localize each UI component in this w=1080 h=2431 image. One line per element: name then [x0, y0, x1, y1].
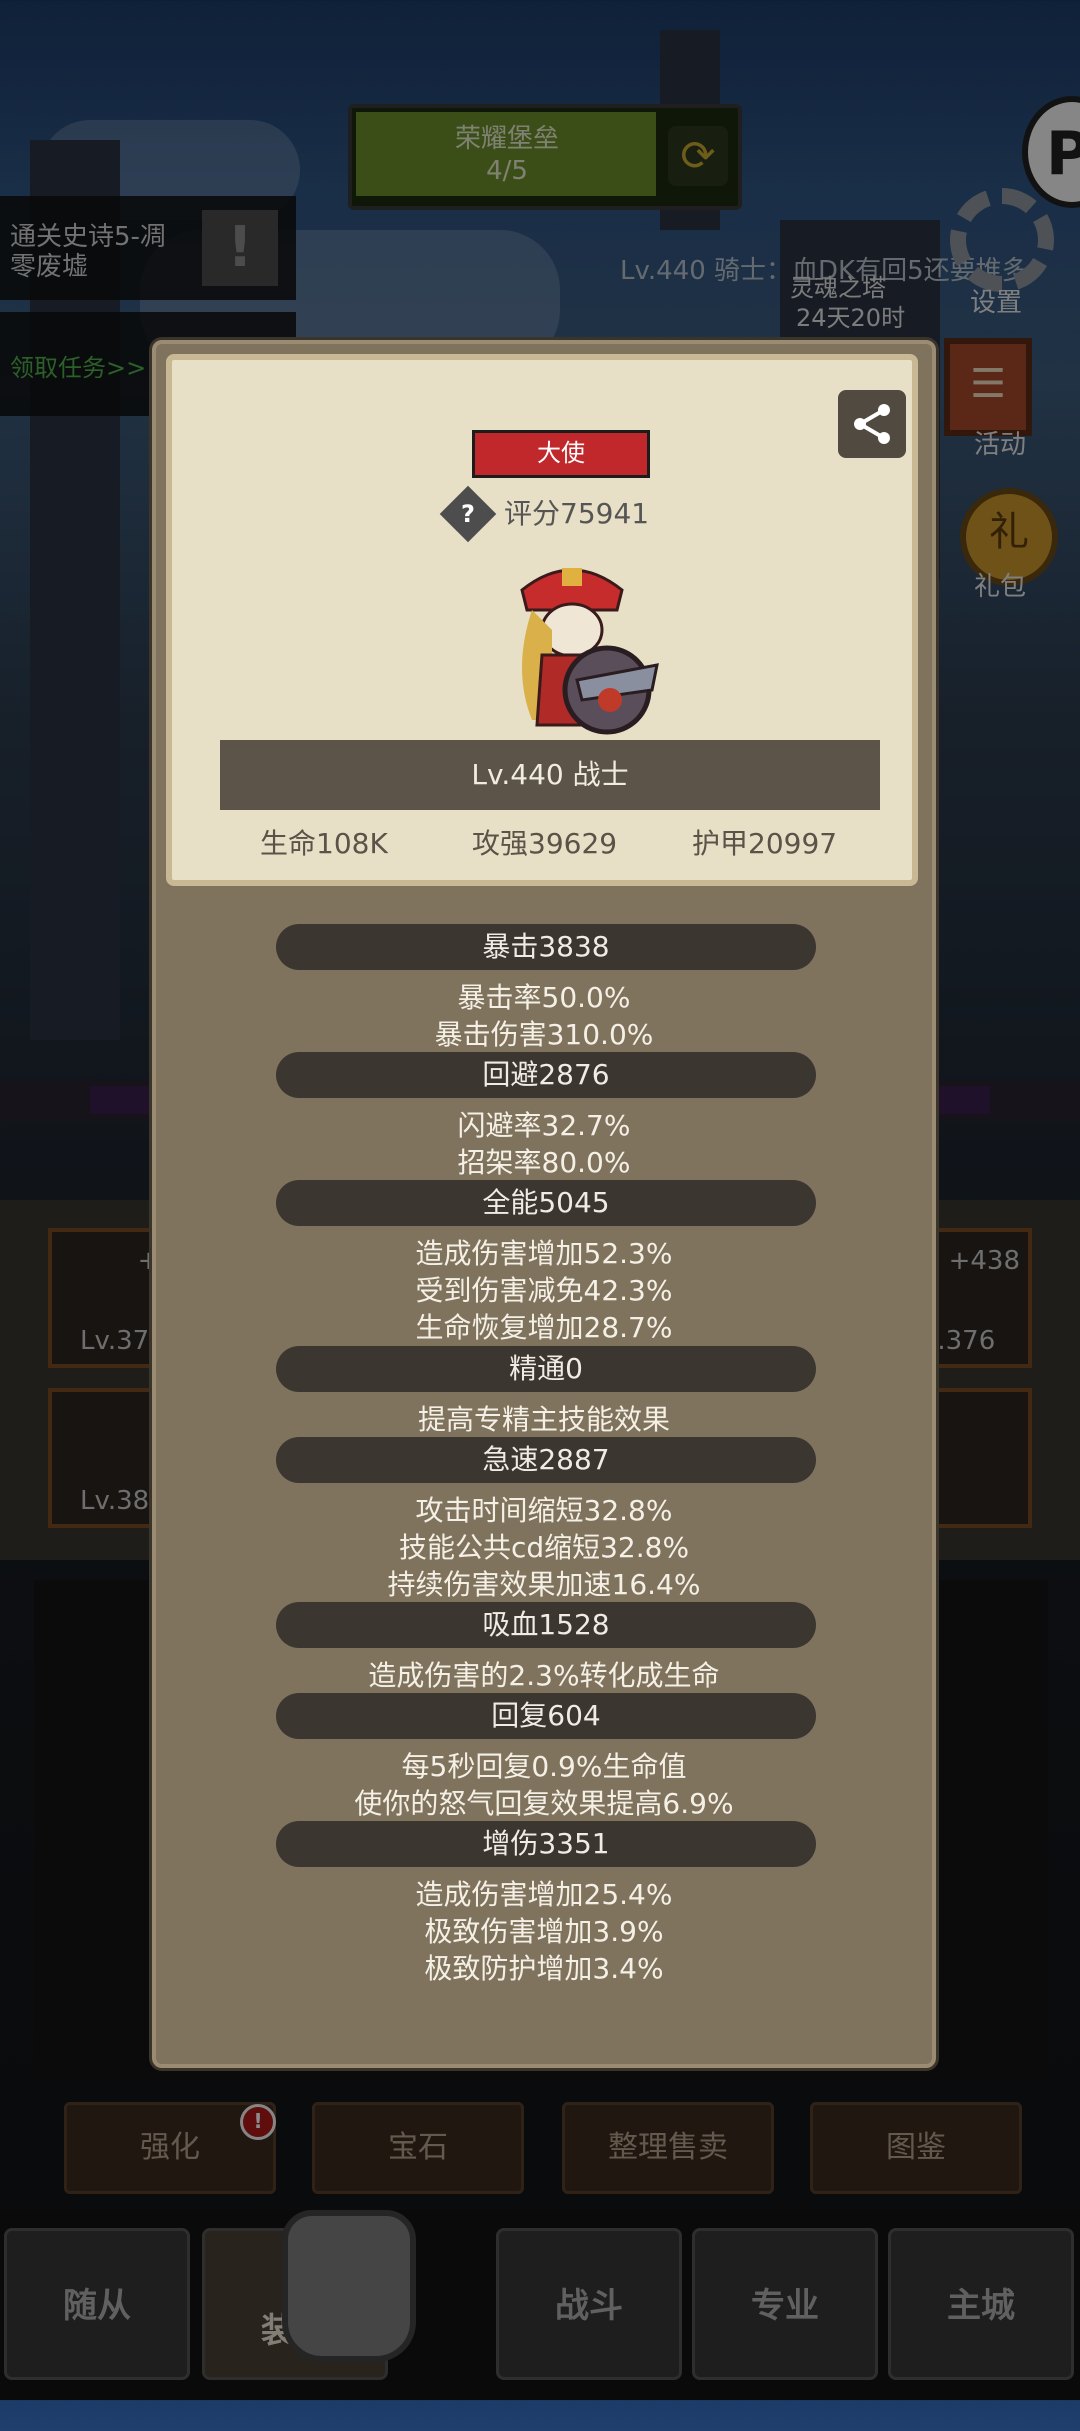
stat-line: 造成伤害的2.3%转化成生命	[368, 1659, 720, 1692]
attack-stat: 攻强39629	[472, 827, 618, 860]
player-stats-popup: 大使 ? 评分75941 Lv.440 战士 生命108K 攻强39629 护甲…	[152, 340, 936, 2068]
stat-line: 持续伤害效果加速16.4%	[387, 1568, 701, 1601]
stat-line: 暴击率50.0%	[457, 981, 631, 1014]
share-button[interactable]	[838, 390, 906, 458]
stat-section-header: 暴击3838	[276, 924, 816, 970]
stat-section-header: 全能5045	[276, 1180, 816, 1226]
stat-line: 受到伤害减免42.3%	[415, 1274, 673, 1307]
hp-stat: 生命108K	[260, 827, 388, 860]
stat-section-header: 吸血1528	[276, 1602, 816, 1648]
stat-section-header: 精通0	[276, 1346, 816, 1392]
player-name-bar: Lv.440 战士	[220, 740, 880, 810]
stat-line: 生命恢复增加28.7%	[415, 1311, 673, 1344]
stat-section-header: 回避2876	[276, 1052, 816, 1098]
stat-line: 技能公共cd缩短32.8%	[398, 1531, 690, 1564]
armor-stat: 护甲20997	[692, 827, 838, 860]
stat-section-header: 急速2887	[276, 1437, 816, 1483]
player-title-tag: 大使	[472, 430, 650, 478]
help-icon[interactable]: ?	[439, 485, 497, 543]
stat-line: 闪避率32.7%	[457, 1109, 631, 1142]
stat-section-header: 回复604	[276, 1693, 816, 1739]
stat-line: 每5秒回复0.9%生命值	[401, 1750, 687, 1783]
player-card: 大使 ? 评分75941 Lv.440 战士 生命108K 攻强39629 护甲…	[166, 354, 918, 886]
stat-line: 造成伤害增加25.4%	[415, 1878, 673, 1911]
stat-line: 暴击伤害310.0%	[434, 1018, 654, 1051]
share-icon	[854, 404, 890, 444]
stat-line: 造成伤害增加52.3%	[415, 1237, 673, 1270]
stat-line: 极致伤害增加3.9%	[424, 1915, 664, 1948]
stat-line: 极致防护增加3.4%	[424, 1952, 664, 1985]
stat-line: 攻击时间缩短32.8%	[415, 1494, 673, 1527]
score-text: 评分75941	[504, 497, 650, 530]
stat-line: 使你的怒气回复效果提高6.9%	[354, 1787, 734, 1820]
stat-line: 提高专精主技能效果	[417, 1403, 670, 1436]
hero-avatar	[520, 568, 659, 735]
stat-section-header: 增伤3351	[276, 1821, 816, 1867]
stat-line: 招架率80.0%	[457, 1146, 631, 1179]
